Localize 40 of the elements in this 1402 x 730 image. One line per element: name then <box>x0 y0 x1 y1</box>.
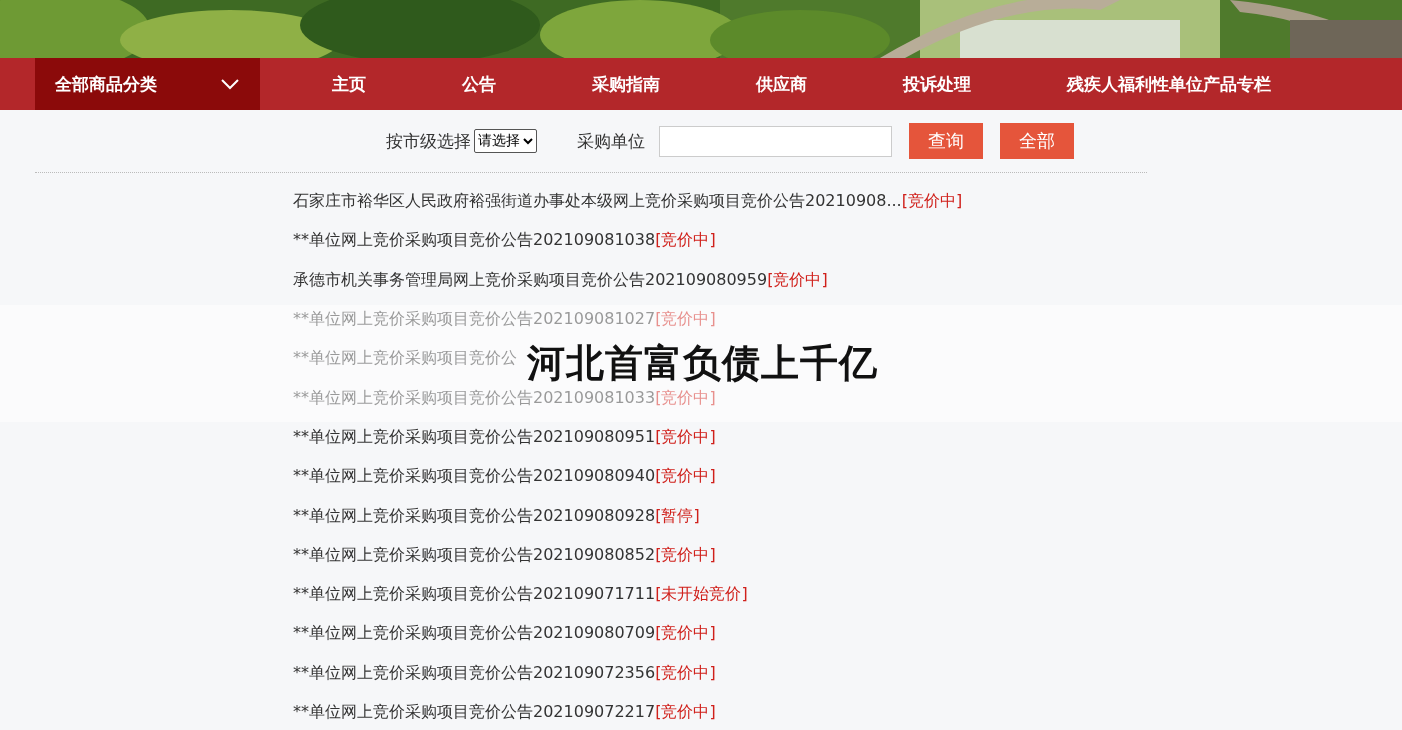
status-label: [暂停] <box>655 505 700 527</box>
city-select[interactable]: 请选择 <box>474 129 537 153</box>
unit-input-field[interactable] <box>659 125 892 157</box>
status-label: [竞价中] <box>655 466 716 488</box>
status-label: [竞价中] <box>901 191 963 213</box>
search-button[interactable]: 查询 <box>909 123 983 159</box>
notice-link[interactable]: **单位网上竞价采购项目竞价公告202109080951 <box>293 426 656 448</box>
nav-link[interactable]: 主页 <box>332 72 366 96</box>
city-label: 按市级选择 <box>386 129 471 153</box>
notice-link[interactable]: **单位网上竞价采购项目竞价公告202109071711 <box>293 584 656 606</box>
status-label: [竞价中] <box>655 544 716 566</box>
nav-link[interactable]: 投诉处理 <box>903 72 971 96</box>
nav-link[interactable]: 供应商 <box>756 72 807 96</box>
notice-link[interactable]: **单位网上竞价采购项目竞价公告202109072356 <box>293 662 656 684</box>
status-label: [竞价中] <box>655 230 716 252</box>
status-label: [竞价中] <box>655 387 716 409</box>
status-label: [竞价中] <box>655 662 716 684</box>
notice-link[interactable]: 承德市机关事务管理局网上竞价采购项目竞价公告202109080959 <box>293 269 768 291</box>
headline: 河北首富负债上千亿 <box>526 340 878 387</box>
nav-link[interactable]: 公告 <box>462 72 496 96</box>
unit-label: 采购单位 <box>577 129 645 153</box>
notice-link[interactable]: **单位网上竞价采购项目竞价公告202109080928 <box>293 505 656 527</box>
status-label: [竞价中] <box>655 309 716 331</box>
nav-link[interactable]: 采购指南 <box>592 72 660 96</box>
notice-link[interactable]: 石家庄市裕华区人民政府裕强街道办事处本级网上竞价采购项目竞价公告20210908... <box>293 191 902 213</box>
status-label: [竞价中] <box>655 426 716 448</box>
category-menu-button[interactable]: 全部商品分类 <box>35 58 260 110</box>
chevron-down-icon <box>220 78 240 90</box>
nav-link[interactable]: 残疾人福利性单位产品专栏 <box>1067 72 1271 96</box>
status-label: [竞价中] <box>655 623 716 645</box>
notice-link[interactable]: **单位网上竞价采购项目竞价公告202109080940 <box>293 466 656 488</box>
notice-link[interactable]: **单位网上竞价采购项目竞价公告202109080852 <box>293 544 656 566</box>
notice-link[interactable]: **单位网上竞价采购项目竞价公告202109080709 <box>293 623 656 645</box>
status-label: [竞价中] <box>655 702 716 723</box>
status-label: [未开始竞价] <box>655 584 748 606</box>
notice-link[interactable]: **单位网上竞价采购项目竞价公告202109081038 <box>293 230 656 252</box>
chevron-down-icon <box>523 137 533 145</box>
notice-link[interactable]: **单位网上竞价采购项目竞价公告202109072217 <box>293 702 656 723</box>
status-label: [竞价中] <box>767 269 828 291</box>
search-button[interactable]: 全部 <box>1000 123 1074 159</box>
